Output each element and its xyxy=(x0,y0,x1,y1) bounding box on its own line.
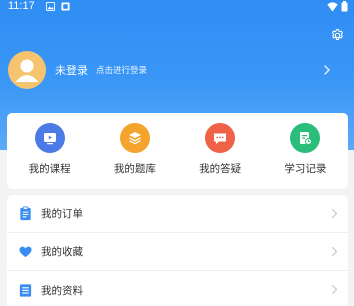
quick-actions-card: 我的课程 我的题库 我的答疑 学习记录 xyxy=(7,113,348,189)
heart-icon xyxy=(18,244,33,259)
menu-item-orders[interactable]: 我的订单 xyxy=(7,195,348,233)
status-bar: 11:17 xyxy=(0,0,354,14)
quick-action-study-record[interactable]: 学习记录 xyxy=(265,123,345,176)
document-icon xyxy=(18,283,33,298)
video-icon xyxy=(34,123,65,153)
quick-action-label: 学习记录 xyxy=(284,163,327,175)
layers-icon xyxy=(119,123,150,153)
settings-button[interactable] xyxy=(330,28,345,43)
quick-action-label: 我的题库 xyxy=(113,163,156,175)
login-row[interactable]: 未登录 点击进行登录 xyxy=(8,50,346,90)
message-icon xyxy=(205,123,236,153)
user-icon xyxy=(15,59,39,82)
gallery-icon xyxy=(46,2,55,11)
clipboard-icon xyxy=(18,206,33,221)
status-time: 11:17 xyxy=(8,0,35,12)
menu-item-label: 我的收藏 xyxy=(41,246,83,258)
battery-icon xyxy=(341,1,348,12)
profile-name: 未登录 xyxy=(55,64,88,77)
menu-item-label: 我的资料 xyxy=(41,284,83,297)
menu-item-favorites[interactable]: 我的收藏 xyxy=(7,233,348,271)
notification-icon xyxy=(61,2,70,11)
menu-list: 我的订单 我的收藏 我的资料 xyxy=(7,195,348,306)
quick-action-label: 我的课程 xyxy=(28,163,71,175)
chevron-right-icon xyxy=(322,63,332,77)
menu-item-label: 我的订单 xyxy=(41,208,83,220)
menu-item-materials[interactable]: 我的资料 xyxy=(7,271,348,306)
chevron-right-icon xyxy=(331,208,338,219)
chevron-right-icon xyxy=(331,246,338,257)
quick-action-qa[interactable]: 我的答疑 xyxy=(180,123,260,176)
avatar[interactable] xyxy=(8,51,46,89)
login-hint[interactable]: 点击进行登录 xyxy=(96,64,147,76)
record-icon xyxy=(290,123,321,153)
quick-action-question-bank[interactable]: 我的题库 xyxy=(95,123,175,176)
quick-action-courses[interactable]: 我的课程 xyxy=(10,123,90,176)
wifi-icon xyxy=(327,1,338,12)
chevron-right-icon xyxy=(331,284,338,295)
quick-action-label: 我的答疑 xyxy=(199,163,242,175)
gear-icon xyxy=(331,29,343,40)
